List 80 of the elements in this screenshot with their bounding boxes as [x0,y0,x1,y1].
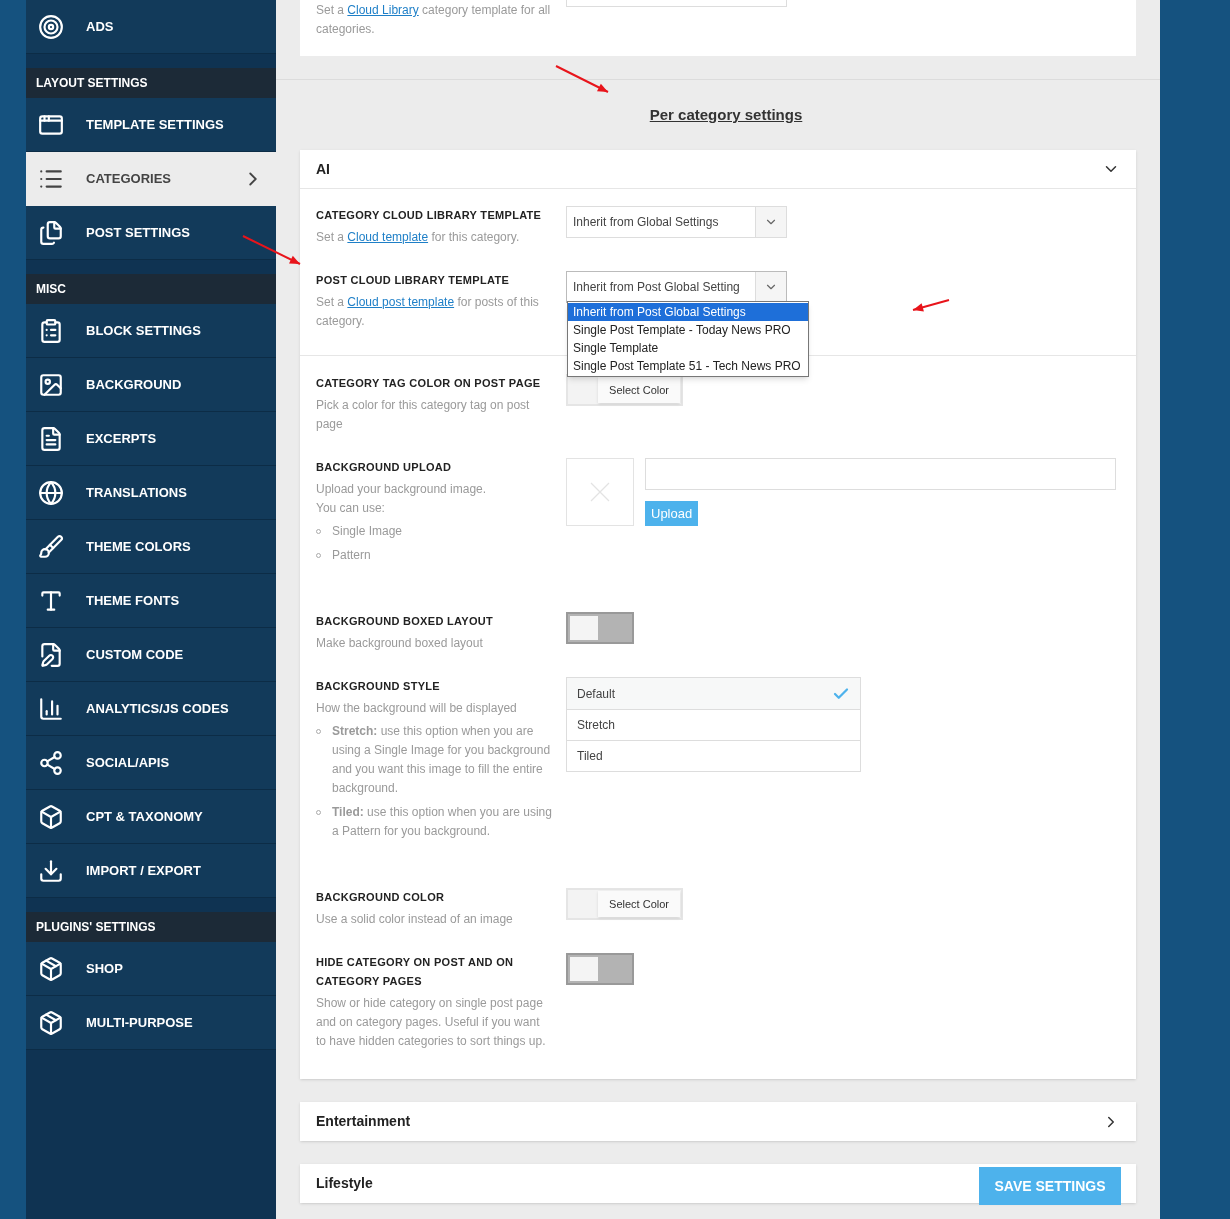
list-edit-icon [38,317,64,344]
annotation-arrow [912,299,950,312]
sidebar-item[interactable]: EXCERPTS [26,412,276,466]
document-icon [38,425,64,452]
dropdown-option[interactable]: Single Template [568,339,808,357]
link[interactable]: Cloud Library [347,3,419,17]
bullet-text: Tiled: use this option when you are using a Pattern for you background. [332,804,552,840]
sidebar-item[interactable]: SHOP [26,942,276,996]
field-description: Upload your background image. [316,481,488,498]
brush-icon [38,533,64,560]
sidebar-item[interactable]: BLOCK SETTINGS [26,304,276,358]
select-color-button[interactable]: Select Color [598,891,680,917]
sidebar-item[interactable]: POST SETTINGS [26,206,276,260]
field-description: Make background boxed layout [316,635,484,652]
documents-icon [38,219,64,246]
share-icon [38,749,64,776]
sidebar-section-header: MISC [26,274,276,304]
field-description: Show or hide category on single post page and on category pages. Useful if you want to have hidden categories to sort things up. [316,995,547,1050]
field-label: BACKGROUND UPLOAD [316,460,453,475]
select-color-button[interactable]: Select Color [598,377,680,403]
field-description: Set a Cloud Library category template for all categories. [316,2,552,38]
field-description: Pick a color for this category tag on post page [316,397,531,433]
bar-chart-icon [38,695,64,722]
select-dropdown[interactable]: Inherit from Global Settings [566,206,787,238]
sidebar-item[interactable]: ANALYTICS/JS CODES [26,682,276,736]
image-icon [38,371,64,398]
field-description: Set a Cloud post template for posts of this category. [316,294,540,330]
file-edit-icon [38,641,64,668]
select-dropdown[interactable] [566,0,787,7]
sidebar-item[interactable]: BACKGROUND [26,358,276,412]
field-description: How the background will be displayed [316,700,518,717]
dropdown-option[interactable]: Single Post Template - Today News PRO [568,321,808,339]
sidebar-item[interactable]: IMPORT / EXPORT [26,844,276,898]
download-icon [38,857,64,884]
toggle-switch[interactable] [566,953,634,985]
annotation-arrow [555,65,609,93]
sidebar-item[interactable]: TEMPLATE SETTINGS [26,98,276,152]
target-icon [38,13,64,40]
sidebar-item[interactable]: THEME FONTS [26,574,276,628]
sidebar-item[interactable]: SOCIAL/APIS [26,736,276,790]
bullet-text: Single Image [332,523,403,540]
globe-icon [38,479,64,506]
image-url-input[interactable] [645,458,1116,490]
sidebar-item[interactable]: CATEGORIES [26,152,276,206]
sidebar-item[interactable]: THEME COLORS [26,520,276,574]
sidebar-item[interactable]: TRANSLATIONS [26,466,276,520]
package-icon [38,1009,64,1036]
cube-icon [38,803,64,830]
field-label: BACKGROUND COLOR [316,890,446,905]
toggle-switch[interactable] [566,612,634,644]
x-icon [590,482,610,502]
category-title[interactable]: AI [316,158,330,180]
field-description: Set a Cloud template for this category. [316,229,521,246]
sidebar-item[interactable]: ADS [26,0,276,54]
field-label: CATEGORY TAG COLOR ON POST PAGE [316,376,542,391]
select-dropdown[interactable]: Inherit from Post Global Setting [566,271,787,303]
field-label: BACKGROUND BOXED LAYOUT [316,614,494,629]
sidebar-item[interactable]: CPT & TAXONOMY [26,790,276,844]
bullet-text: Stretch: use this option when you are using a Single Image for you background and you want this image to fill the entire background. [332,723,552,797]
field-description: Use a solid color instead of an image [316,911,514,928]
category-title[interactable]: Lifestyle [316,1173,373,1194]
field-label: BACKGROUND STYLE [316,679,441,694]
category-title[interactable]: Entertainment [316,1111,411,1132]
dropdown-option[interactable]: Inherit from Post Global Settings [568,303,808,321]
field-label: CATEGORY CLOUD LIBRARY TEMPLATE [316,208,543,223]
field-label: HIDE CATEGORY ON POST AND ON CATEGORY PAGES [316,955,515,989]
sidebar-item[interactable]: CUSTOM CODE [26,628,276,682]
background-style-option[interactable]: Default [567,678,860,709]
sidebar-section-header: PLUGINS' SETTINGS [26,912,276,942]
sidebar-item[interactable]: MULTI-PURPOSE [26,996,276,1050]
field-label: POST CLOUD LIBRARY TEMPLATE [316,273,511,288]
package-icon [38,955,64,982]
annotation-arrow [242,235,301,265]
link[interactable]: Cloud template [347,230,429,244]
link[interactable]: Cloud post template [347,295,455,309]
bullet-text: Pattern [332,547,371,564]
field-description: You can use: [316,500,386,517]
dropdown-option[interactable]: Single Post Template 51 - Tech News PRO [568,357,808,375]
sidebar-section-header: LAYOUT SETTINGS [26,68,276,98]
section-title: Per category settings [649,104,803,125]
